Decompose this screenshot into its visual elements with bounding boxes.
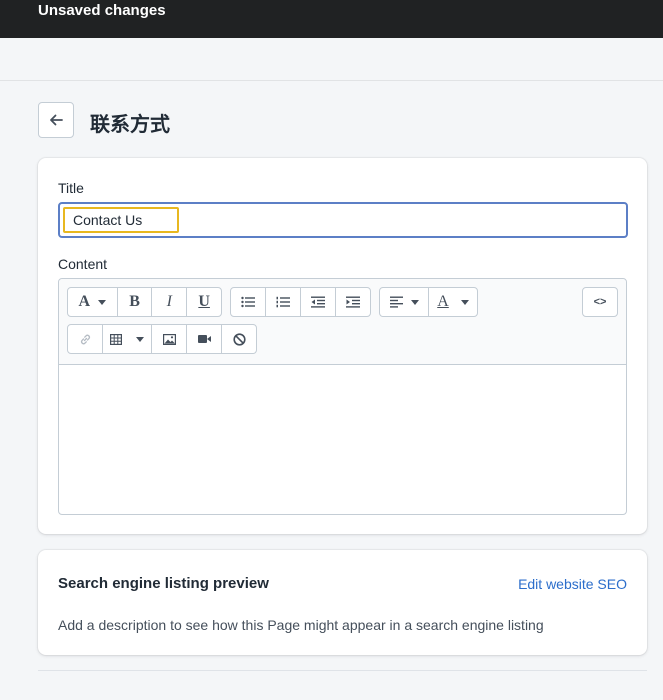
edit-seo-link[interactable]: Edit website SEO [518, 576, 627, 592]
title-label: Title [58, 180, 84, 196]
editor-body[interactable] [59, 365, 626, 514]
video-button[interactable] [187, 325, 222, 353]
font-dropdown[interactable]: A [68, 288, 118, 316]
clear-format-button[interactable] [222, 325, 256, 353]
italic-button[interactable]: I [152, 288, 188, 316]
divider [38, 670, 647, 671]
outdent-button[interactable] [301, 288, 336, 316]
text-color-icon: A [437, 293, 449, 310]
unsaved-changes-title: Unsaved changes [38, 2, 166, 19]
code-view-button[interactable]: <> [583, 288, 617, 316]
indent-icon [346, 296, 360, 308]
title-field[interactable] [58, 202, 628, 238]
seo-preview-title: Search engine listing preview [58, 575, 269, 592]
numbered-list-icon [276, 296, 290, 308]
rich-text-editor: A B I U A <> [58, 278, 627, 515]
unsaved-changes-bar: Unsaved changes [0, 0, 663, 38]
bold-icon: B [129, 293, 140, 310]
code-group: <> [582, 287, 618, 317]
table-dropdown[interactable] [103, 325, 152, 353]
bold-button[interactable]: B [118, 288, 153, 316]
underline-icon: U [198, 293, 210, 310]
indent-button[interactable] [336, 288, 370, 316]
align-icon [389, 296, 403, 308]
numbered-list-button[interactable] [266, 288, 301, 316]
code-view-icon: <> [593, 296, 607, 308]
editor-toolbar: A B I U A <> [59, 279, 626, 365]
seo-preview-card: Search engine listing preview Edit websi… [38, 550, 647, 655]
table-icon [110, 333, 122, 345]
italic-icon: I [166, 293, 172, 310]
bullet-list-button[interactable] [231, 288, 266, 316]
clear-format-icon [232, 332, 246, 346]
bullet-list-icon [241, 296, 255, 308]
link-icon [80, 334, 90, 344]
chevron-down-icon [460, 299, 469, 305]
link-button[interactable] [68, 325, 103, 353]
image-icon [162, 333, 176, 345]
page-title: 联系方式 [90, 114, 170, 136]
outdent-icon [311, 296, 325, 308]
font-icon: A [78, 293, 91, 310]
chevron-down-icon [98, 299, 107, 305]
seo-description: Add a description to see how this Page m… [58, 617, 544, 633]
align-dropdown[interactable] [380, 288, 429, 316]
title-input[interactable] [63, 207, 179, 233]
divider [0, 80, 663, 81]
list-group [230, 287, 371, 317]
underline-button[interactable]: U [187, 288, 221, 316]
arrow-left-icon [50, 114, 63, 126]
video-icon [197, 335, 211, 343]
back-button[interactable] [38, 102, 74, 138]
image-button[interactable] [152, 325, 187, 353]
content-label: Content [58, 256, 108, 272]
text-color-dropdown[interactable]: A [429, 288, 477, 316]
insert-group [67, 324, 257, 354]
page-content-card: Title Content A B I U [38, 158, 647, 534]
chevron-down-icon [410, 299, 419, 305]
text-style-group: A B I U [67, 287, 222, 317]
format-group: A [379, 287, 478, 317]
chevron-down-icon [136, 336, 144, 342]
